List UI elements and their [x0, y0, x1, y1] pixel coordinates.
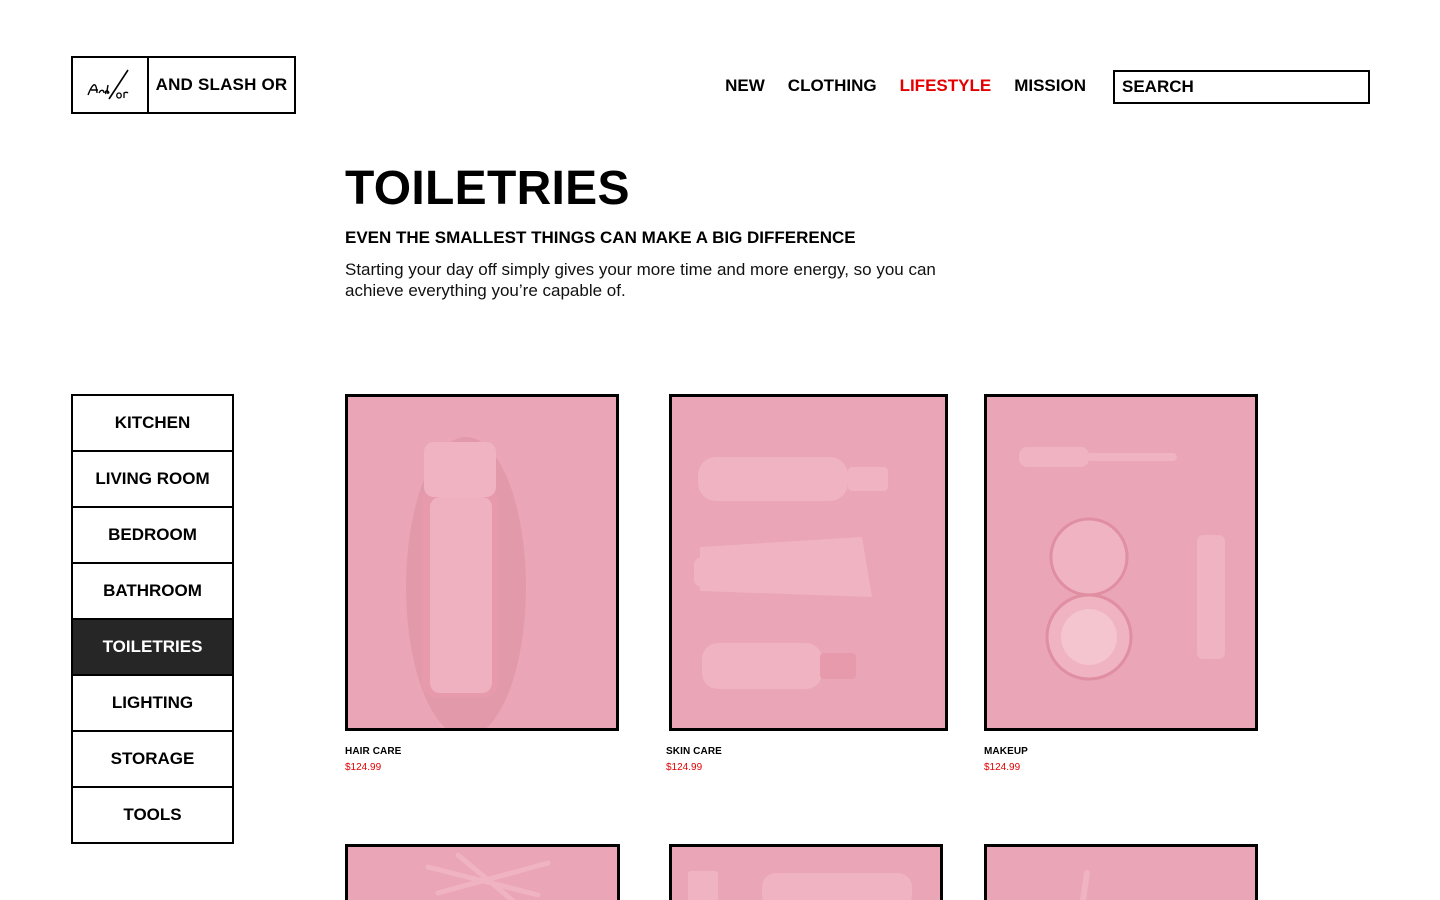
product-image-toothbrush[interactable] — [984, 844, 1258, 900]
category-header: TOILETRIES EVEN THE SMALLEST THINGS CAN … — [345, 162, 965, 301]
page: AND SLASH OR NEW CLOTHING LIFESTYLE MISS… — [0, 0, 1440, 900]
product-card-makeup[interactable]: MAKEUP $124.99 — [984, 394, 1258, 773]
sidebar-item-tools[interactable]: TOOLS — [73, 788, 232, 844]
search-input[interactable] — [1122, 72, 1368, 102]
logo-mark — [73, 58, 149, 112]
bottle-icon — [348, 397, 616, 728]
nav-clothing[interactable]: CLOTHING — [788, 76, 877, 96]
nav-mission[interactable]: MISSION — [1014, 76, 1086, 96]
product-image-brush[interactable] — [669, 844, 943, 900]
sidebar-item-living-room[interactable]: LIVING ROOM — [73, 452, 232, 508]
sidebar-item-bathroom[interactable]: BATHROOM — [73, 564, 232, 620]
page-title: TOILETRIES — [345, 162, 630, 215]
brush-icon — [672, 847, 940, 900]
product-card-skin-care[interactable]: SKIN CARE $124.99 — [666, 394, 948, 773]
product-image-skin-care[interactable] — [669, 394, 948, 731]
brand-logo[interactable]: AND SLASH OR — [71, 56, 296, 114]
product-price: $124.99 — [666, 762, 703, 773]
search-box — [1113, 70, 1370, 104]
sidebar-item-kitchen[interactable]: KITCHEN — [73, 396, 232, 452]
sidebar-item-toiletries[interactable]: TOILETRIES — [73, 620, 232, 676]
signature-logo-icon — [87, 69, 129, 100]
product-card-brush[interactable] — [669, 844, 943, 900]
product-image-cotton-swabs[interactable] — [345, 844, 620, 900]
category-sidebar: KITCHEN LIVING ROOM BEDROOM BATHROOM TOI… — [71, 394, 234, 844]
product-image-hair-care[interactable] — [345, 394, 619, 731]
product-price: $124.99 — [345, 762, 382, 773]
product-card-cotton-swabs[interactable] — [345, 844, 620, 900]
product-card-toothbrush[interactable] — [984, 844, 1258, 900]
brand-name: AND SLASH OR — [155, 75, 288, 94]
product-price: $124.99 — [984, 762, 1021, 773]
main-nav: NEW CLOTHING LIFESTYLE MISSION — [725, 76, 1086, 96]
product-name: MAKEUP — [984, 746, 1028, 757]
product-name: SKIN CARE — [666, 746, 722, 757]
makeup-set-icon — [987, 397, 1255, 728]
skincare-tubes-icon — [672, 397, 942, 728]
sidebar-item-bedroom[interactable]: BEDROOM — [73, 508, 232, 564]
page-subtitle: EVEN THE SMALLEST THINGS CAN MAKE A BIG … — [345, 228, 856, 247]
product-card-hair-care[interactable]: HAIR CARE $124.99 — [345, 394, 619, 773]
nav-new[interactable]: NEW — [725, 76, 765, 96]
sidebar-item-storage[interactable]: STORAGE — [73, 732, 232, 788]
sidebar-item-lighting[interactable]: LIGHTING — [73, 676, 232, 732]
product-name: HAIR CARE — [345, 746, 402, 757]
cotton-swabs-icon — [348, 847, 617, 900]
nav-lifestyle[interactable]: LIFESTYLE — [900, 76, 992, 96]
page-description: Starting your day off simply gives your … — [345, 260, 936, 300]
product-image-makeup[interactable] — [984, 394, 1258, 731]
toothbrush-icon — [987, 847, 1255, 900]
